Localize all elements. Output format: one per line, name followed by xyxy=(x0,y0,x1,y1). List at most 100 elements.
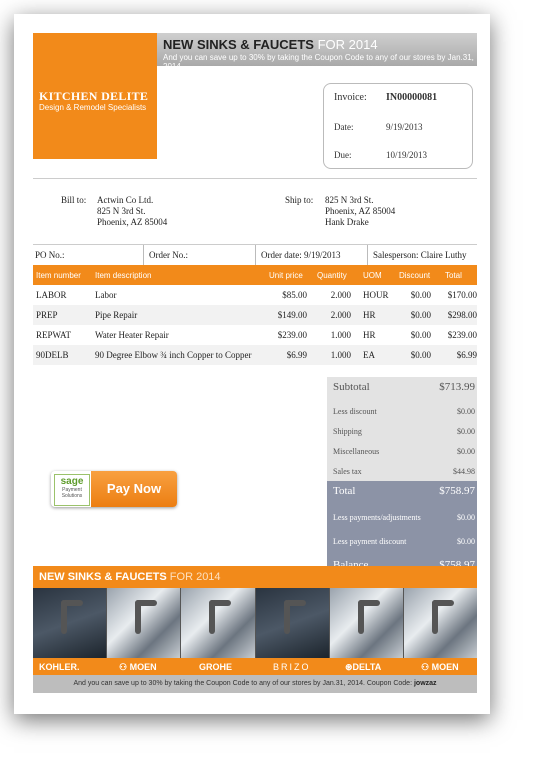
order-info-bar: PO No.: Order No.: Order date: 9/19/2013… xyxy=(33,244,477,265)
tax-value: $44.98 xyxy=(453,467,475,476)
cell-total: $170.00 xyxy=(447,290,477,300)
bill-to-label: Bill to: xyxy=(61,195,87,205)
cell-item: PREP xyxy=(36,310,58,320)
cell-price: $6.99 xyxy=(286,350,307,360)
cell-price: $149.00 xyxy=(277,310,307,320)
cell-qty: 2.000 xyxy=(330,310,351,320)
discount-row: Less discount $0.00 xyxy=(333,407,475,416)
col-uom: UOM xyxy=(363,271,382,280)
discount-value: $0.00 xyxy=(457,407,475,416)
pay-now-button[interactable]: sage Payment Solutions Pay Now xyxy=(51,471,177,507)
misc-row: Miscellaneous $0.00 xyxy=(333,447,475,456)
ship-to-line3: Hank Drake xyxy=(325,217,369,227)
cell-desc: Pipe Repair xyxy=(95,310,138,320)
col-discount: Discount xyxy=(399,271,431,280)
table-row: REPWAT Water Heater Repair $239.00 1.000… xyxy=(33,325,477,345)
cell-item: REPWAT xyxy=(36,330,72,340)
product-photo-strip xyxy=(33,588,477,658)
order-date: Order date: 9/19/2013 xyxy=(261,250,341,260)
brand-kohler: KOHLER. xyxy=(39,662,80,672)
payments-row: Less payments/adjustments $0.00 xyxy=(333,513,475,522)
cell-desc: Water Heater Repair xyxy=(95,330,169,340)
table-row: LABOR Labor $85.00 2.000 HOUR $0.00 $170… xyxy=(33,285,477,305)
table-row: 90DELB 90 Degree Elbow ¾ inch Copper to … xyxy=(33,345,477,365)
brand-moen-2: ⚇ MOEN xyxy=(421,662,459,672)
product-photo xyxy=(107,588,182,658)
cell-uom: HOUR xyxy=(363,290,389,300)
totals-summary: Subtotal $713.99 Less discount $0.00 Shi… xyxy=(327,377,477,481)
cell-discount: $0.00 xyxy=(410,350,431,360)
footer-text: And you can save up to 30% by taking the… xyxy=(73,680,413,687)
cell-desc: Labor xyxy=(95,290,117,300)
bill-to-line1: Actwin Co Ltd. xyxy=(97,195,154,205)
col-unit-price: Unit price xyxy=(269,271,303,280)
col-item-description: Item description xyxy=(95,271,152,280)
cell-discount: $0.00 xyxy=(410,290,431,300)
promo-title-light: FOR 2014 xyxy=(317,37,378,52)
bill-to-address: Actwin Co Ltd. 825 N 3rd St. Phoenix, AZ… xyxy=(97,195,167,228)
col-quantity: Quantity xyxy=(317,271,347,280)
cell-total: $6.99 xyxy=(456,350,477,360)
promo-subtitle: And you can save up to 30% by taking the… xyxy=(163,53,474,71)
company-name: Kitchen Delite xyxy=(39,89,149,103)
totals-panel: Subtotal $713.99 Less discount $0.00 Shi… xyxy=(327,377,477,577)
brand-grohe: GROHE xyxy=(199,662,233,672)
cell-qty: 1.000 xyxy=(330,330,351,340)
payments-value: $0.00 xyxy=(457,513,475,522)
promo-title-bold: NEW SINKS & FAUCETS xyxy=(163,37,314,52)
banner-title: NEW SINKS & FAUCETS FOR 2014 xyxy=(39,571,221,583)
col-total: Total xyxy=(445,271,462,280)
cell-discount: $0.00 xyxy=(410,310,431,320)
promo-banner: NEW SINKS & FAUCETS FOR 2014 xyxy=(33,566,477,588)
footer-coupon: And you can save up to 30% by taking the… xyxy=(33,675,477,693)
cell-item: LABOR xyxy=(36,290,67,300)
invoice-number-label: Invoice: xyxy=(334,92,367,103)
cell-qty: 2.000 xyxy=(330,290,351,300)
total-value: $758.97 xyxy=(439,485,475,497)
brand-brizo: BRIZO xyxy=(273,662,311,672)
ship-to-line2: Phoenix, AZ 85004 xyxy=(325,206,396,216)
table-row: PREP Pipe Repair $149.00 2.000 HR $0.00 … xyxy=(33,305,477,325)
cell-uom: EA xyxy=(363,350,375,360)
cell-total: $298.00 xyxy=(447,310,477,320)
misc-value: $0.00 xyxy=(457,447,475,456)
cell-desc: 90 Degree Elbow ¾ inch Copper to Copper xyxy=(95,350,252,360)
table-header: Item number Item description Unit price … xyxy=(33,265,477,285)
promo-title: NEW SINKS & FAUCETS FOR 2014 xyxy=(163,37,378,52)
po-number: PO No.: xyxy=(35,250,65,260)
total-row: Total $758.97 xyxy=(333,485,475,497)
pay-now-label: Pay Now xyxy=(91,471,177,507)
bill-to-line2: 825 N 3rd St. xyxy=(97,206,146,216)
company-logo: Kitchen Delite Design & Remodel Speciali… xyxy=(33,33,157,159)
product-photo xyxy=(33,588,108,658)
tax-row: Sales tax $44.98 xyxy=(333,467,475,476)
payment-discount-value: $0.00 xyxy=(457,537,475,546)
cell-total: $239.00 xyxy=(447,330,477,340)
subtotal-row: Subtotal $713.99 xyxy=(333,381,475,393)
product-photo xyxy=(181,588,256,658)
coupon-code: jowzaz xyxy=(413,680,437,687)
subtotal-value: $713.99 xyxy=(439,381,475,393)
cell-qty: 1.000 xyxy=(330,350,351,360)
product-photo xyxy=(403,588,477,658)
cell-item: 90DELB xyxy=(36,350,69,360)
salesperson: Salesperson: Claire Luthy xyxy=(373,250,467,260)
invoice-due: 10/19/2013 xyxy=(386,150,428,160)
ship-to-line1: 825 N 3rd St. xyxy=(325,195,374,205)
brand-delta: ⊛DELTA xyxy=(345,662,382,672)
company-tagline: Design & Remodel Specialists xyxy=(39,103,147,112)
cell-price: $239.00 xyxy=(277,330,307,340)
col-item-number: Item number xyxy=(36,271,81,280)
cell-uom: HR xyxy=(363,310,376,320)
cell-discount: $0.00 xyxy=(410,330,431,340)
payment-discount-row: Less payment discount $0.00 xyxy=(333,537,475,546)
ship-to-label: Ship to: xyxy=(285,195,314,205)
promo-header: NEW SINKS & FAUCETS FOR 2014 And you can… xyxy=(157,33,477,71)
invoice-number: IN00000081 xyxy=(386,92,438,103)
divider xyxy=(33,178,477,179)
totals-balance: Total $758.97 Less payments/adjustments … xyxy=(327,481,477,577)
sage-logo: sage Payment Solutions xyxy=(54,474,90,506)
invoice-info-box: Invoice: IN00000081 Date: 9/19/2013 Due:… xyxy=(323,83,473,169)
invoice-due-label: Due: xyxy=(334,150,352,160)
bill-to-line3: Phoenix, AZ 85004 xyxy=(97,217,168,227)
